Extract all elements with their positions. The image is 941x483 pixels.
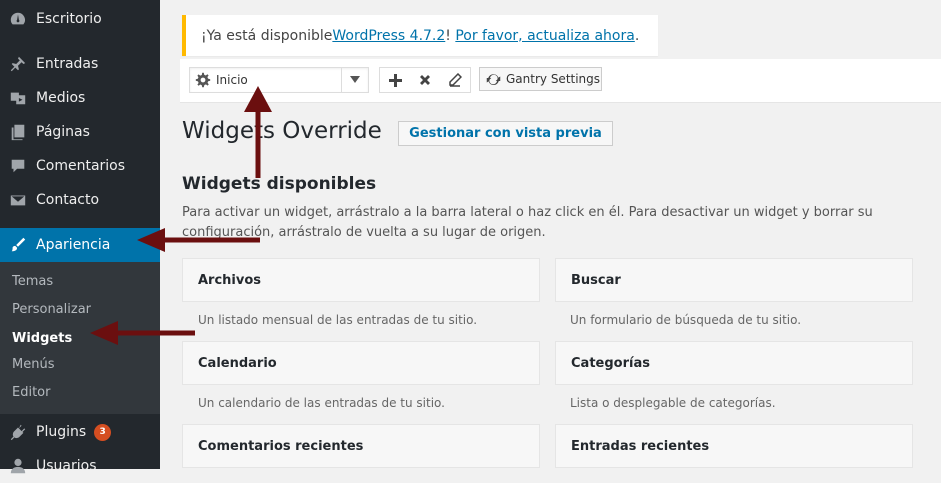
menu-label: Comentarios (36, 158, 126, 174)
menu-item-comentarios[interactable]: Comentarios (0, 149, 160, 183)
override-actions (379, 67, 471, 93)
widget-override-toolbar: Inicio Gantry Settings (180, 59, 941, 103)
menu-item-contacto[interactable]: Contacto (0, 183, 160, 217)
submenu-menus[interactable]: Menús (12, 357, 54, 372)
menu-item-paginas[interactable]: Páginas (0, 115, 160, 149)
menu-item-entradas[interactable]: Entradas (0, 47, 160, 81)
widget-description: Un calendario de las entradas de tu siti… (198, 396, 445, 410)
widget-categorias[interactable]: Categorías (555, 341, 913, 385)
mail-icon (0, 191, 36, 209)
dashboard-icon (0, 10, 36, 28)
widget-description: Un listado mensual de las entradas de tu… (198, 313, 478, 327)
gear-icon (190, 72, 216, 88)
admin-sidebar: Escritorio Entradas Medios Páginas Comen… (0, 0, 160, 474)
page-title: Widgets Override (182, 118, 382, 144)
menu-item-apariencia[interactable]: Apariencia (0, 228, 160, 262)
submenu-personalizar[interactable]: Personalizar (12, 302, 91, 317)
appearance-submenu: Temas Personalizar Widgets Menús Editor (0, 262, 160, 414)
menu-item-escritorio[interactable]: Escritorio (0, 2, 160, 36)
widget-archivos[interactable]: Archivos (182, 258, 540, 302)
menu-label: Escritorio (36, 11, 102, 27)
plugin-icon (0, 423, 36, 441)
widget-calendario[interactable]: Calendario (182, 341, 540, 385)
chevron-down-icon[interactable] (341, 68, 368, 92)
available-widgets-title: Widgets disponibles (182, 174, 377, 194)
menu-item-plugins[interactable]: Plugins 3 (0, 415, 160, 449)
pin-icon (0, 55, 36, 73)
notice-prefix: ¡Ya está disponible (201, 27, 333, 44)
widget-entradas-recientes[interactable]: Entradas recientes (555, 424, 913, 468)
widget-buscar[interactable]: Buscar (555, 258, 913, 302)
menu-item-usuarios[interactable]: Usuarios (0, 449, 160, 483)
menu-label: Usuarios (36, 458, 97, 474)
add-icon[interactable] (380, 68, 410, 92)
pages-icon (0, 123, 36, 141)
override-select-value: Inicio (216, 73, 248, 87)
menu-item-medios[interactable]: Medios (0, 81, 160, 115)
submenu-temas[interactable]: Temas (12, 274, 53, 289)
override-select[interactable]: Inicio (189, 67, 369, 93)
menu-label: Medios (36, 90, 86, 106)
comment-icon (0, 157, 36, 175)
menu-label: Plugins (36, 424, 87, 440)
delete-icon[interactable] (410, 68, 440, 92)
menu-label: Contacto (36, 192, 100, 208)
gantry-settings-button[interactable]: Gantry Settings (479, 67, 602, 91)
menu-label: Páginas (36, 124, 90, 140)
notice-middle: ! (445, 27, 456, 44)
submenu-editor[interactable]: Editor (12, 385, 50, 400)
user-icon (0, 457, 36, 475)
plugins-update-badge: 3 (94, 423, 112, 441)
available-widgets-description: Para activar un widget, arrástralo a la … (182, 205, 873, 240)
widget-comentarios-recientes[interactable]: Comentarios recientes (182, 424, 540, 468)
gantry-settings-label: Gantry Settings (506, 72, 601, 86)
notice-suffix: . (634, 27, 640, 44)
manage-preview-button[interactable]: Gestionar con vista previa (398, 121, 613, 146)
menu-label: Apariencia (36, 237, 111, 253)
submenu-widgets[interactable]: Widgets (12, 331, 72, 346)
menu-label: Entradas (36, 56, 99, 72)
widget-description: Lista o desplegable de categorías. (570, 396, 776, 410)
brush-icon (0, 236, 36, 254)
media-icon (0, 89, 36, 107)
refresh-icon (480, 72, 506, 87)
widget-description: Un formulario de búsqueda de tu sitio. (570, 313, 802, 327)
wordpress-version-link[interactable]: WordPress 4.7.2 (332, 28, 445, 44)
update-now-link[interactable]: Por favor, actualiza ahora (455, 28, 634, 44)
update-notice: ¡Ya está disponible WordPress 4.7.2 ! Po… (182, 15, 658, 56)
edit-pencil-icon[interactable] (440, 68, 470, 92)
